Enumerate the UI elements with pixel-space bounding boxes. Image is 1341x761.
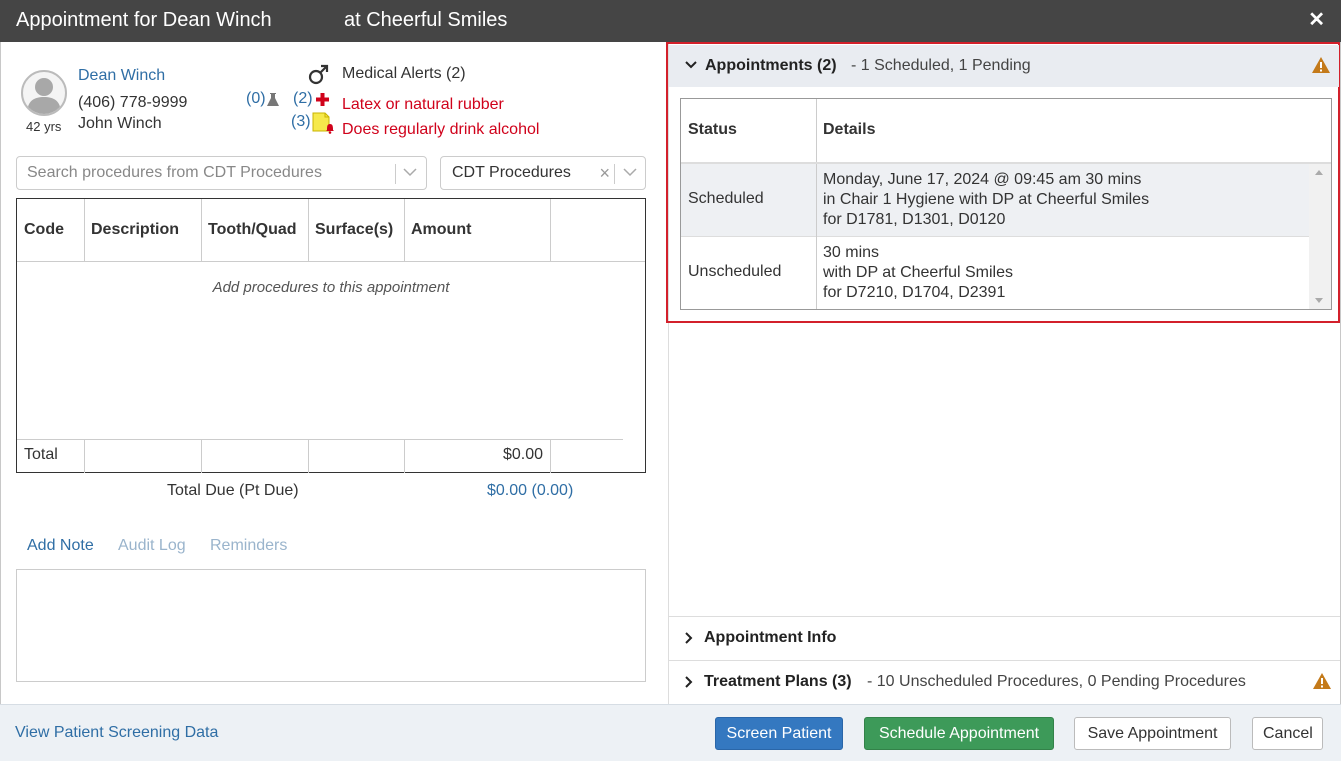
chevron-right-icon	[685, 632, 693, 644]
category-separator	[614, 164, 615, 184]
appointment-info-title: Appointment Info	[704, 629, 837, 646]
detail-line: for D7210, D1704, D2391	[823, 284, 1006, 301]
chevron-down-icon[interactable]	[623, 168, 637, 177]
appointments-title: Appointments (2)	[705, 57, 837, 74]
cancel-button[interactable]: Cancel	[1252, 717, 1323, 750]
row-details: Monday, June 17, 2024 @ 09:45 am 30 mins…	[823, 170, 1149, 230]
chevron-down-icon	[685, 61, 697, 69]
window-titlebar: Appointment for Dean Winch at Cheerful S…	[0, 0, 1341, 42]
column-divider	[201, 439, 202, 473]
column-header: Tooth/Quad	[208, 221, 297, 238]
chevron-down-icon[interactable]	[403, 168, 417, 177]
search-separator	[395, 164, 396, 184]
treatment-plans-section[interactable]: Treatment Plans (3) - 10 Unscheduled Pro…	[669, 660, 1340, 704]
column-header: Details	[823, 121, 876, 138]
category-value: CDT Procedures	[452, 164, 571, 181]
appointments-table: Status Details Scheduled Monday, June 17…	[680, 98, 1332, 310]
column-divider	[550, 439, 551, 473]
window-title: Appointment for Dean Winch	[16, 9, 272, 31]
table-row[interactable]: Unscheduled 30 mins with DP at Cheerful …	[681, 237, 1309, 309]
scrollbar[interactable]	[1309, 164, 1331, 309]
warning-icon	[1313, 673, 1331, 689]
total-due-value: $0.00 (0.00)	[487, 482, 574, 499]
total-due-label: Total Due (Pt Due)	[167, 482, 299, 499]
note-bell-icon	[312, 112, 334, 134]
lab-alert-count[interactable]: (0)	[246, 90, 266, 108]
patient-name-link[interactable]: Dean Winch	[78, 67, 165, 85]
note-textarea[interactable]	[16, 569, 646, 682]
column-divider	[84, 199, 85, 262]
tab-audit-log[interactable]: Audit Log	[118, 537, 186, 555]
total-divider	[17, 439, 623, 440]
avatar	[21, 70, 67, 116]
column-header: Status	[688, 121, 737, 138]
window-border-left	[0, 42, 1, 761]
appointments-summary: - 1 Scheduled, 1 Pending	[851, 57, 1031, 74]
patient-phone: (406) 778-9999	[78, 94, 188, 111]
column-divider	[404, 199, 405, 262]
procedure-search-input[interactable]: Search procedures from CDT Procedures	[16, 156, 427, 190]
treatment-plans-title: Treatment Plans (3)	[704, 673, 852, 690]
save-appointment-button[interactable]: Save Appointment	[1074, 717, 1231, 750]
medical-alerts-title: Medical Alerts (2)	[342, 65, 466, 82]
chevron-right-icon	[685, 676, 693, 688]
warning-icon	[1312, 57, 1330, 73]
schedule-appointment-button[interactable]: Schedule Appointment	[864, 717, 1054, 750]
patient-age: 42 yrs	[26, 119, 62, 134]
view-screening-data-link[interactable]: View Patient Screening Data	[15, 724, 218, 742]
medical-alert-item: Does regularly drink alcohol	[342, 121, 540, 138]
column-divider	[404, 439, 405, 473]
detail-line: for D1781, D1301, D0120	[823, 211, 1006, 228]
column-divider	[308, 439, 309, 473]
column-divider	[550, 199, 551, 262]
column-header: Surface(s)	[315, 221, 394, 238]
row-details: 30 mins with DP at Cheerful Smiles for D…	[823, 243, 1013, 303]
appointment-info-section[interactable]: Appointment Info	[669, 616, 1340, 660]
search-placeholder: Search procedures from CDT Procedures	[27, 164, 322, 181]
column-divider	[816, 164, 817, 309]
scroll-down-icon[interactable]	[1315, 298, 1323, 303]
appointments-header[interactable]: Appointments (2) - 1 Scheduled, 1 Pendin…	[669, 45, 1339, 87]
male-symbol-icon	[308, 64, 329, 85]
procedure-category-select[interactable]: CDT Procedures ×	[440, 156, 646, 190]
detail-line: in Chair 1 Hygiene with DP at Cheerful S…	[823, 191, 1150, 208]
scroll-up-icon[interactable]	[1315, 170, 1323, 175]
column-header: Code	[24, 221, 64, 238]
procedures-table: Code Description Tooth/Quad Surface(s) A…	[16, 198, 646, 473]
medical-alert-count[interactable]: (2)	[293, 90, 313, 108]
tab-reminders[interactable]: Reminders	[210, 537, 287, 555]
red-cross-icon	[316, 93, 329, 106]
medical-alert-item: Latex or natural rubber	[342, 96, 504, 113]
close-icon[interactable]: ✕	[1308, 7, 1325, 32]
total-amount: $0.00	[503, 446, 544, 463]
table-row[interactable]: Scheduled Monday, June 17, 2024 @ 09:45 …	[681, 164, 1309, 237]
flask-icon	[267, 93, 279, 106]
row-status: Scheduled	[688, 190, 764, 207]
notes-alert-count[interactable]: (3)	[291, 113, 311, 131]
row-status: Unscheduled	[688, 263, 782, 280]
screen-patient-button[interactable]: Screen Patient	[715, 717, 843, 750]
column-header: Amount	[411, 221, 472, 238]
patient-guardian: John Winch	[78, 115, 162, 132]
treatment-plans-summary: - 10 Unscheduled Procedures, 0 Pending P…	[867, 673, 1246, 690]
person-silhouette-icon	[27, 78, 61, 114]
tab-add-note[interactable]: Add Note	[27, 537, 94, 555]
detail-line: 30 mins	[823, 244, 880, 261]
empty-procedures-message: Add procedures to this appointment	[212, 279, 450, 296]
column-divider	[84, 439, 85, 473]
column-divider	[201, 199, 202, 262]
dialog-footer: View Patient Screening Data Screen Patie…	[0, 704, 1341, 761]
clear-icon[interactable]: ×	[599, 163, 610, 184]
detail-line: with DP at Cheerful Smiles	[823, 264, 1013, 281]
column-header: Description	[91, 221, 180, 238]
total-label: Total	[24, 446, 58, 463]
detail-line: Monday, June 17, 2024 @ 09:45 am 30 mins	[823, 171, 1142, 188]
column-divider	[308, 199, 309, 262]
window-title-location: at Cheerful Smiles	[344, 9, 508, 31]
